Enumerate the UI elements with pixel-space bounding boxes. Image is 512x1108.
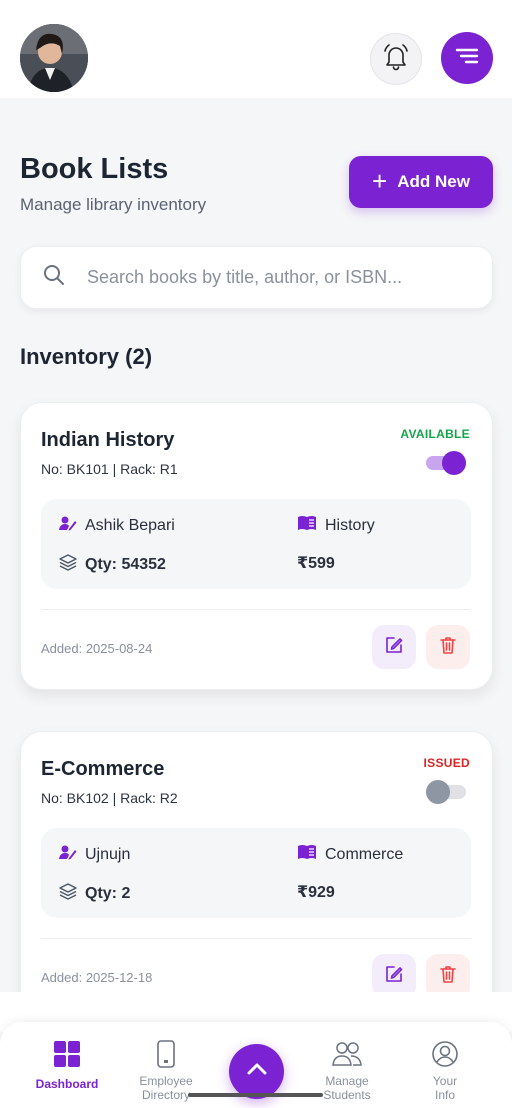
author-field: Ujnujn <box>59 844 130 865</box>
edit-icon <box>384 635 404 660</box>
page-subtitle: Manage library inventory <box>20 195 207 214</box>
top-bar <box>0 0 512 98</box>
price-field: ₹929 <box>297 884 335 901</box>
page-title: Book Lists <box>20 153 169 185</box>
availability-toggle[interactable] <box>426 780 466 804</box>
book-title: E-Commerce <box>41 758 165 780</box>
scroll-top-button[interactable] <box>229 1044 284 1099</box>
edit-button[interactable] <box>372 625 416 669</box>
added-date: Added: 2025-12-18 <box>41 970 153 985</box>
book-details: Ashik Bepari History Qty: 54352 ₹599 <box>41 499 471 589</box>
status-badge: AVAILABLE <box>400 427 470 441</box>
category-field: Commerce <box>297 844 403 865</box>
menu-button[interactable] <box>441 32 493 84</box>
search-bar[interactable] <box>20 246 493 309</box>
added-date: Added: 2025-08-24 <box>41 641 153 656</box>
quantity-field: Qty: 2 <box>59 882 130 905</box>
inventory-heading: Inventory (2) <box>20 344 153 369</box>
nav-item-your-info[interactable]: Your Info <box>400 1022 490 1108</box>
trash-icon <box>438 635 458 660</box>
book-title: Indian History <box>41 429 175 451</box>
notification-button[interactable] <box>370 33 422 85</box>
price-field: ₹599 <box>297 555 335 572</box>
author-icon <box>59 515 77 536</box>
author-field: Ashik Bepari <box>59 515 175 536</box>
avatar[interactable] <box>20 24 88 92</box>
book-meta: No: BK101 | Rack: R1 <box>41 461 178 477</box>
nav-label: Manage Students <box>323 1074 371 1102</box>
home-indicator <box>188 1093 323 1097</box>
nav-label: Employee Directory <box>139 1074 193 1102</box>
plus-icon: + <box>372 166 388 196</box>
layers-icon <box>59 553 77 576</box>
search-icon <box>43 264 65 291</box>
status-badge: ISSUED <box>423 756 470 770</box>
menu-icon <box>455 46 479 71</box>
users-icon <box>332 1040 362 1068</box>
edit-icon <box>384 964 404 989</box>
book-open-icon <box>297 515 317 536</box>
layers-icon <box>59 882 77 905</box>
add-new-label: Add New <box>397 172 470 191</box>
book-details: Ujnujn Commerce Qty: 2 ₹929 <box>41 828 471 918</box>
category-field: History <box>297 515 375 536</box>
phone-icon <box>155 1040 177 1068</box>
bell-icon <box>383 43 409 76</box>
book-open-icon <box>297 844 317 865</box>
nav-item-dashboard[interactable]: Dashboard <box>22 1022 112 1108</box>
availability-toggle[interactable] <box>426 451 466 475</box>
nav-label: Dashboard <box>35 1077 99 1091</box>
author-icon <box>59 844 77 865</box>
add-new-button[interactable]: + Add New <box>349 156 493 208</box>
book-meta: No: BK102 | Rack: R2 <box>41 790 178 806</box>
grid-icon <box>53 1040 81 1068</box>
search-input[interactable] <box>87 267 487 288</box>
book-card[interactable]: E-Commerce No: BK102 | Rack: R2 ISSUED U… <box>20 731 493 1019</box>
nav-label: Your Info <box>432 1074 458 1102</box>
book-card[interactable]: Indian History No: BK101 | Rack: R1 AVAI… <box>20 402 493 690</box>
trash-icon <box>438 964 458 989</box>
chevron-up-icon <box>245 1061 269 1082</box>
divider <box>41 938 471 939</box>
quantity-field: Qty: 54352 <box>59 553 166 576</box>
divider <box>41 609 471 610</box>
user-circle-icon <box>431 1040 459 1068</box>
delete-button[interactable] <box>426 625 470 669</box>
